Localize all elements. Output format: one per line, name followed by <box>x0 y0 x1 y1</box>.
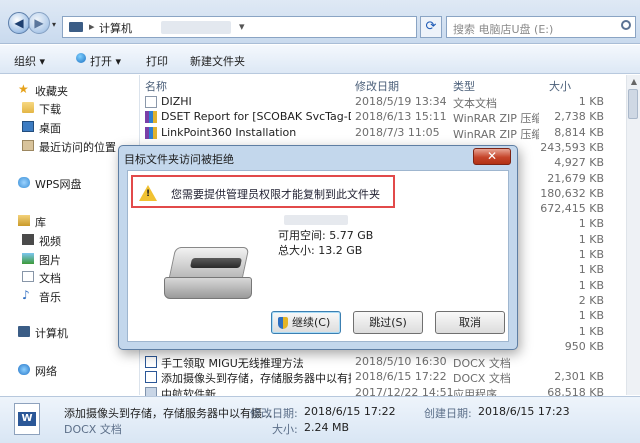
file-size: 1 KB <box>578 309 604 323</box>
cloud-icon <box>18 177 30 188</box>
scrollbar-thumb[interactable] <box>628 89 638 119</box>
computer-icon <box>69 22 83 32</box>
search-input[interactable]: 搜索 电脑店U盘 (E:) <box>446 16 636 38</box>
star-icon: ★ <box>18 82 29 96</box>
downloads-folder-icon <box>22 102 34 113</box>
column-header-modified[interactable]: 修改日期 <box>355 78 399 94</box>
file-modified: 2018/7/3 11:05 <box>355 125 440 139</box>
text-file-icon <box>145 96 157 108</box>
file-name: DSET Report for [SCOBAK SvcTag-D... <box>161 110 351 124</box>
file-size: 2,301 KB <box>554 370 604 384</box>
file-size: 4,927 KB <box>554 156 604 170</box>
details-filename: 添加摄像头到存储，存储服务器中以有摄... <box>64 407 273 420</box>
zip-file-icon <box>145 126 157 139</box>
dialog-message: 您需要提供管理员权限才能复制到此文件夹 <box>171 188 380 201</box>
drive-base-shape <box>164 277 252 299</box>
file-size: 1 KB <box>578 248 604 261</box>
file-size: 1 KB <box>578 95 604 108</box>
file-size: 8,814 KB <box>554 125 604 139</box>
file-modified: 2018/6/13 15:11 <box>355 110 447 124</box>
uac-shield-icon <box>278 317 288 329</box>
vertical-scrollbar[interactable]: ▲ <box>626 75 640 395</box>
file-size: 2,738 KB <box>554 110 604 124</box>
warning-mark-icon: ! <box>146 189 151 199</box>
skip-button[interactable]: 跳过(S) <box>353 311 423 334</box>
file-name: LinkPoint360 Installation <box>161 125 297 139</box>
print-button[interactable]: 打印 <box>146 53 168 69</box>
column-header-size[interactable]: 大小 <box>549 78 571 94</box>
access-denied-dialog: 目标文件夹访问被拒绝 ✕ ! 您需要提供管理员权限才能复制到此文件夹 可用空间:… <box>118 145 518 350</box>
video-icon <box>22 234 34 245</box>
breadcrumb-drive-blurred <box>161 21 231 34</box>
file-size: 672,415 KB <box>540 202 604 216</box>
drive-free-space: 可用空间: 5.77 GB <box>278 229 374 242</box>
removable-drive-icon <box>162 247 254 303</box>
command-bar: 组织 ▾ 打开 ▾ 打印 新建文件夹 <box>0 45 640 74</box>
details-pane: W 添加摄像头到存储，存储服务器中以有摄... DOCX 文档 修改日期: 20… <box>0 396 640 443</box>
details-size-value: 2.24 MB <box>304 421 350 434</box>
file-size: 1 KB <box>578 217 604 231</box>
search-placeholder: 搜索 电脑店U盘 (E:) <box>453 23 554 36</box>
refresh-button[interactable]: ⟳ <box>420 16 442 38</box>
music-icon: ♪ <box>22 288 30 302</box>
chevron-down-icon[interactable]: ▾ <box>239 20 245 33</box>
details-created-value: 2018/6/15 17:23 <box>478 405 570 418</box>
recent-places-icon <box>22 140 34 151</box>
column-header-name[interactable]: 名称 <box>145 78 167 94</box>
dialog-body: ! 您需要提供管理员权限才能复制到此文件夹 可用空间: 5.77 GB 总大小:… <box>127 170 509 342</box>
back-button[interactable]: ◀ <box>8 12 30 34</box>
file-name: DIZHI <box>161 95 192 108</box>
file-size: 2 KB <box>578 293 604 307</box>
library-icon <box>18 215 30 226</box>
dialog-title: 目标文件夹访问被拒绝 <box>124 153 234 166</box>
file-modified: 2018/6/15 17:22 <box>355 370 447 384</box>
address-bar: ◀ ▶ ▾ ▸ 计算机 ▾ ⟳ 搜索 电脑店U盘 (E:) <box>0 0 640 44</box>
drive-name-blurred <box>284 215 348 225</box>
cancel-button[interactable]: 取消 <box>435 311 505 334</box>
desktop-icon <box>22 121 34 132</box>
file-size: 180,632 KB <box>540 186 604 200</box>
breadcrumb-separator-icon: ▸ <box>89 20 95 33</box>
continue-button[interactable]: 继续(C) <box>271 311 341 334</box>
details-modified-value: 2018/6/15 17:22 <box>304 405 396 418</box>
breadcrumb-computer[interactable]: 计算机 <box>99 20 132 36</box>
file-size: 950 KB <box>564 339 604 353</box>
document-icon <box>22 271 34 282</box>
drive-slot-shape <box>189 258 243 268</box>
docx-file-icon <box>145 371 157 384</box>
file-modified: 2018/5/10 16:30 <box>355 355 447 369</box>
file-size: 1 KB <box>578 278 604 292</box>
organize-button[interactable]: 组织 ▾ <box>14 53 45 69</box>
file-size: 1 KB <box>578 232 604 246</box>
network-icon <box>18 364 30 375</box>
new-folder-button[interactable]: 新建文件夹 <box>190 53 245 69</box>
close-button[interactable]: ✕ <box>473 148 511 165</box>
zip-file-icon <box>145 111 157 124</box>
column-header-type[interactable]: 类型 <box>453 78 475 94</box>
forward-button[interactable]: ▶ <box>28 12 50 34</box>
computer-icon <box>18 326 30 337</box>
history-dropdown-icon[interactable]: ▾ <box>52 20 56 29</box>
message-highlight: ! 您需要提供管理员权限才能复制到此文件夹 <box>131 175 395 208</box>
search-icon <box>621 20 631 30</box>
picture-icon <box>22 253 34 264</box>
file-size: 243,593 KB <box>540 140 604 154</box>
word-document-icon: W <box>14 403 40 435</box>
details-modified-label: 修改日期: <box>250 407 298 420</box>
file-modified: 2018/5/19 13:34 <box>355 95 447 108</box>
details-size-label: 大小: <box>272 423 298 436</box>
file-size: 21,679 KB <box>547 171 604 185</box>
drive-top-shape <box>168 247 250 279</box>
address-field[interactable]: ▸ 计算机 ▾ <box>62 16 417 38</box>
details-created-label: 创建日期: <box>424 407 472 420</box>
scroll-up-icon[interactable]: ▲ <box>631 77 637 86</box>
details-filetype: DOCX 文档 <box>64 423 122 436</box>
open-icon <box>76 53 86 63</box>
open-button[interactable]: 打开 ▾ <box>90 53 121 69</box>
file-size: 1 KB <box>578 263 604 277</box>
file-size: 1 KB <box>578 324 604 338</box>
docx-file-icon <box>145 356 157 369</box>
drive-total-size: 总大小: 13.2 GB <box>278 244 363 257</box>
